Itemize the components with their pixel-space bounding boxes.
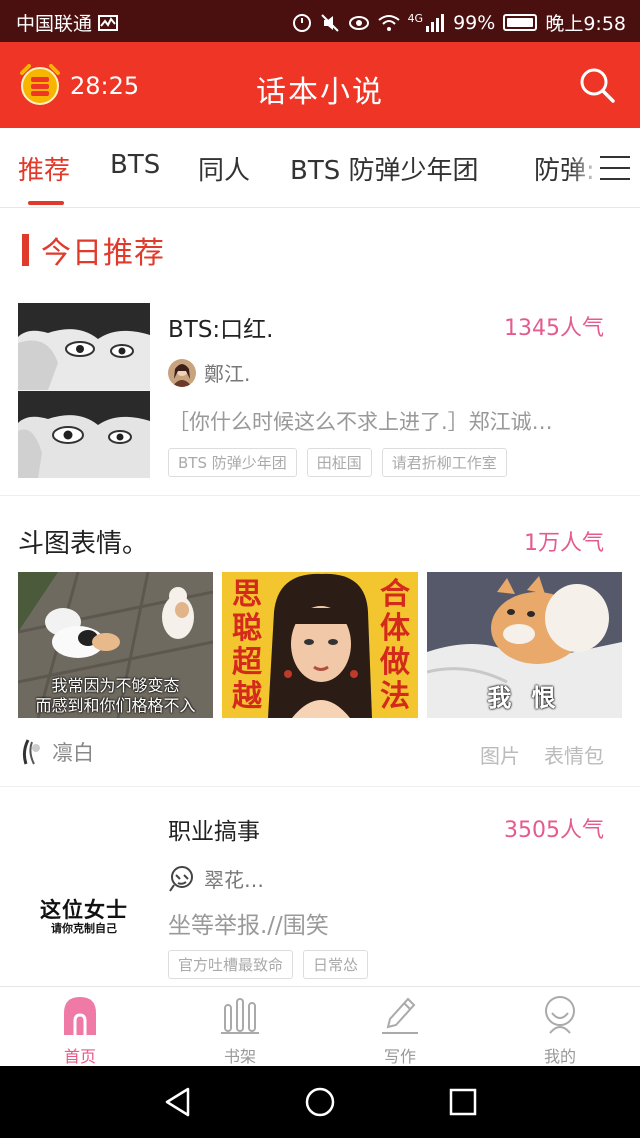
story-tag[interactable]: 请君折柳工作室 <box>381 448 507 477</box>
nav-home[interactable]: 首页 <box>40 993 120 1067</box>
battery-icon <box>503 14 538 31</box>
home-button-icon[interactable] <box>304 1086 336 1118</box>
pen-icon <box>382 997 418 1034</box>
nav-bookshelf[interactable]: 书架 <box>200 993 280 1067</box>
signal-icon <box>426 13 445 32</box>
mute-icon <box>320 13 339 32</box>
recent-apps-icon[interactable] <box>448 1087 478 1117</box>
section-title: 今日推荐 <box>41 236 165 271</box>
story-cover-image: 这位女士 请你克制自己 <box>18 810 150 986</box>
nav-label: 我的 <box>543 1047 576 1066</box>
author-info[interactable]: 凛白 <box>18 737 94 767</box>
bottom-navigation: 首页 书架 写作 我的 <box>0 986 640 1066</box>
author-avatar <box>169 865 193 892</box>
author-name: 凛白 <box>52 741 94 765</box>
battery-percent: 99% <box>453 11 496 34</box>
profile-icon <box>545 996 575 1034</box>
network-type: 4G <box>407 12 424 25</box>
eye-comfort-icon <box>348 15 369 30</box>
popularity-count: 3505人气 <box>504 818 604 843</box>
category-label[interactable]: 表情包 <box>544 740 604 769</box>
meme-right-text: 合体做法 <box>380 577 410 714</box>
story-title[interactable]: 职业搞事 <box>168 812 260 846</box>
app-header: 28:25 话本小说 <box>0 42 640 128</box>
activity-monitor-icon <box>98 14 119 31</box>
story-tag[interactable]: 田柾国 <box>306 448 372 477</box>
story-card-troublemaking[interactable]: 这位女士 请你克制自己 职业搞事 3505人气 翠花… 坐等举报.//围笑 官方… <box>0 788 640 986</box>
reading-timer[interactable]: 28:25 <box>70 72 139 100</box>
nav-profile[interactable]: 我的 <box>520 993 600 1067</box>
story-tag[interactable]: 官方吐槽最致命 <box>168 950 294 979</box>
alarm-clock-icon[interactable] <box>18 63 62 107</box>
story-title[interactable]: 斗图表情。 <box>18 523 148 560</box>
category-label[interactable]: 图片 <box>480 740 520 769</box>
wifi-icon <box>377 14 400 31</box>
author-info[interactable]: 鄭江. <box>168 358 250 387</box>
carrier-label: 中国联通 <box>16 13 93 35</box>
tab-bts[interactable]: BTS <box>110 150 160 180</box>
status-bar: 中国联通 4G 99% 晚上9:58 <box>0 0 640 42</box>
nav-label: 首页 <box>63 1047 96 1066</box>
story-cover-image <box>18 303 150 478</box>
meme-left-text: 思聪超越 <box>232 577 262 714</box>
author-info[interactable]: 翠花… <box>168 864 264 893</box>
status-time: 晚上9:58 <box>545 13 626 35</box>
story-card-lipstick[interactable]: BTS:口红. 1345人气 鄭江. ［你什么时候这么不求上进了.］郑江诚… B… <box>0 290 640 496</box>
clock-badge-icon <box>292 13 311 32</box>
back-icon[interactable] <box>162 1086 194 1118</box>
meme-image-cat-bite[interactable]: 我 恨 <box>427 572 622 718</box>
meme-caption: 我 恨 <box>487 684 562 712</box>
tab-recommend[interactable]: 推荐 <box>18 150 70 187</box>
popularity-count: 1万人气 <box>524 531 604 556</box>
category-tabs: 推荐 BTS 同人 BTS 防弹少年团 防弹: <box>0 128 640 208</box>
author-avatar <box>22 739 40 765</box>
popularity-count: 1345人气 <box>504 316 604 341</box>
story-tag[interactable]: 日常怂 <box>303 950 369 979</box>
author-name: 鄭江. <box>204 362 251 386</box>
meme-caption: 我常因为不够变态 而感到和你们格格不入 <box>35 676 196 715</box>
author-name: 翠花… <box>204 868 264 892</box>
nav-label: 写作 <box>383 1047 416 1066</box>
meme-image-poster[interactable]: 思聪超越 合体做法 <box>222 572 418 718</box>
section-header: 今日推荐 <box>22 228 165 272</box>
story-tag[interactable]: BTS 防弹少年团 <box>168 448 297 477</box>
system-navigation-bar <box>0 1066 640 1138</box>
story-tags: BTS 防弹少年团 田柾国 请君折柳工作室 <box>168 448 507 477</box>
bookshelf-icon <box>221 998 259 1034</box>
menu-icon[interactable] <box>600 156 630 180</box>
tab-fan-fiction[interactable]: 同人 <box>198 150 250 187</box>
story-tags: 官方吐槽最致命 日常怂 <box>168 950 369 979</box>
story-card-memes[interactable]: 斗图表情。 1万人气 我常因为不够变态 而感到和你们格格不入 思聪超越 合体做法… <box>0 497 640 787</box>
nav-label: 书架 <box>223 1047 256 1066</box>
meme-image-cats[interactable]: 我常因为不够变态 而感到和你们格格不入 <box>18 572 213 718</box>
active-tab-indicator <box>28 201 64 205</box>
section-marker <box>22 234 29 266</box>
story-description: ［你什么时候这么不求上进了.］郑江诚… <box>168 410 553 434</box>
tab-bts-bangtan[interactable]: BTS 防弹少年团 <box>290 150 479 187</box>
story-description: 坐等举报.//围笑 <box>168 913 329 939</box>
home-icon <box>64 997 96 1035</box>
search-icon[interactable] <box>578 66 616 104</box>
story-title[interactable]: BTS:口红. <box>168 310 274 344</box>
author-avatar <box>168 358 196 387</box>
nav-write[interactable]: 写作 <box>360 993 440 1067</box>
